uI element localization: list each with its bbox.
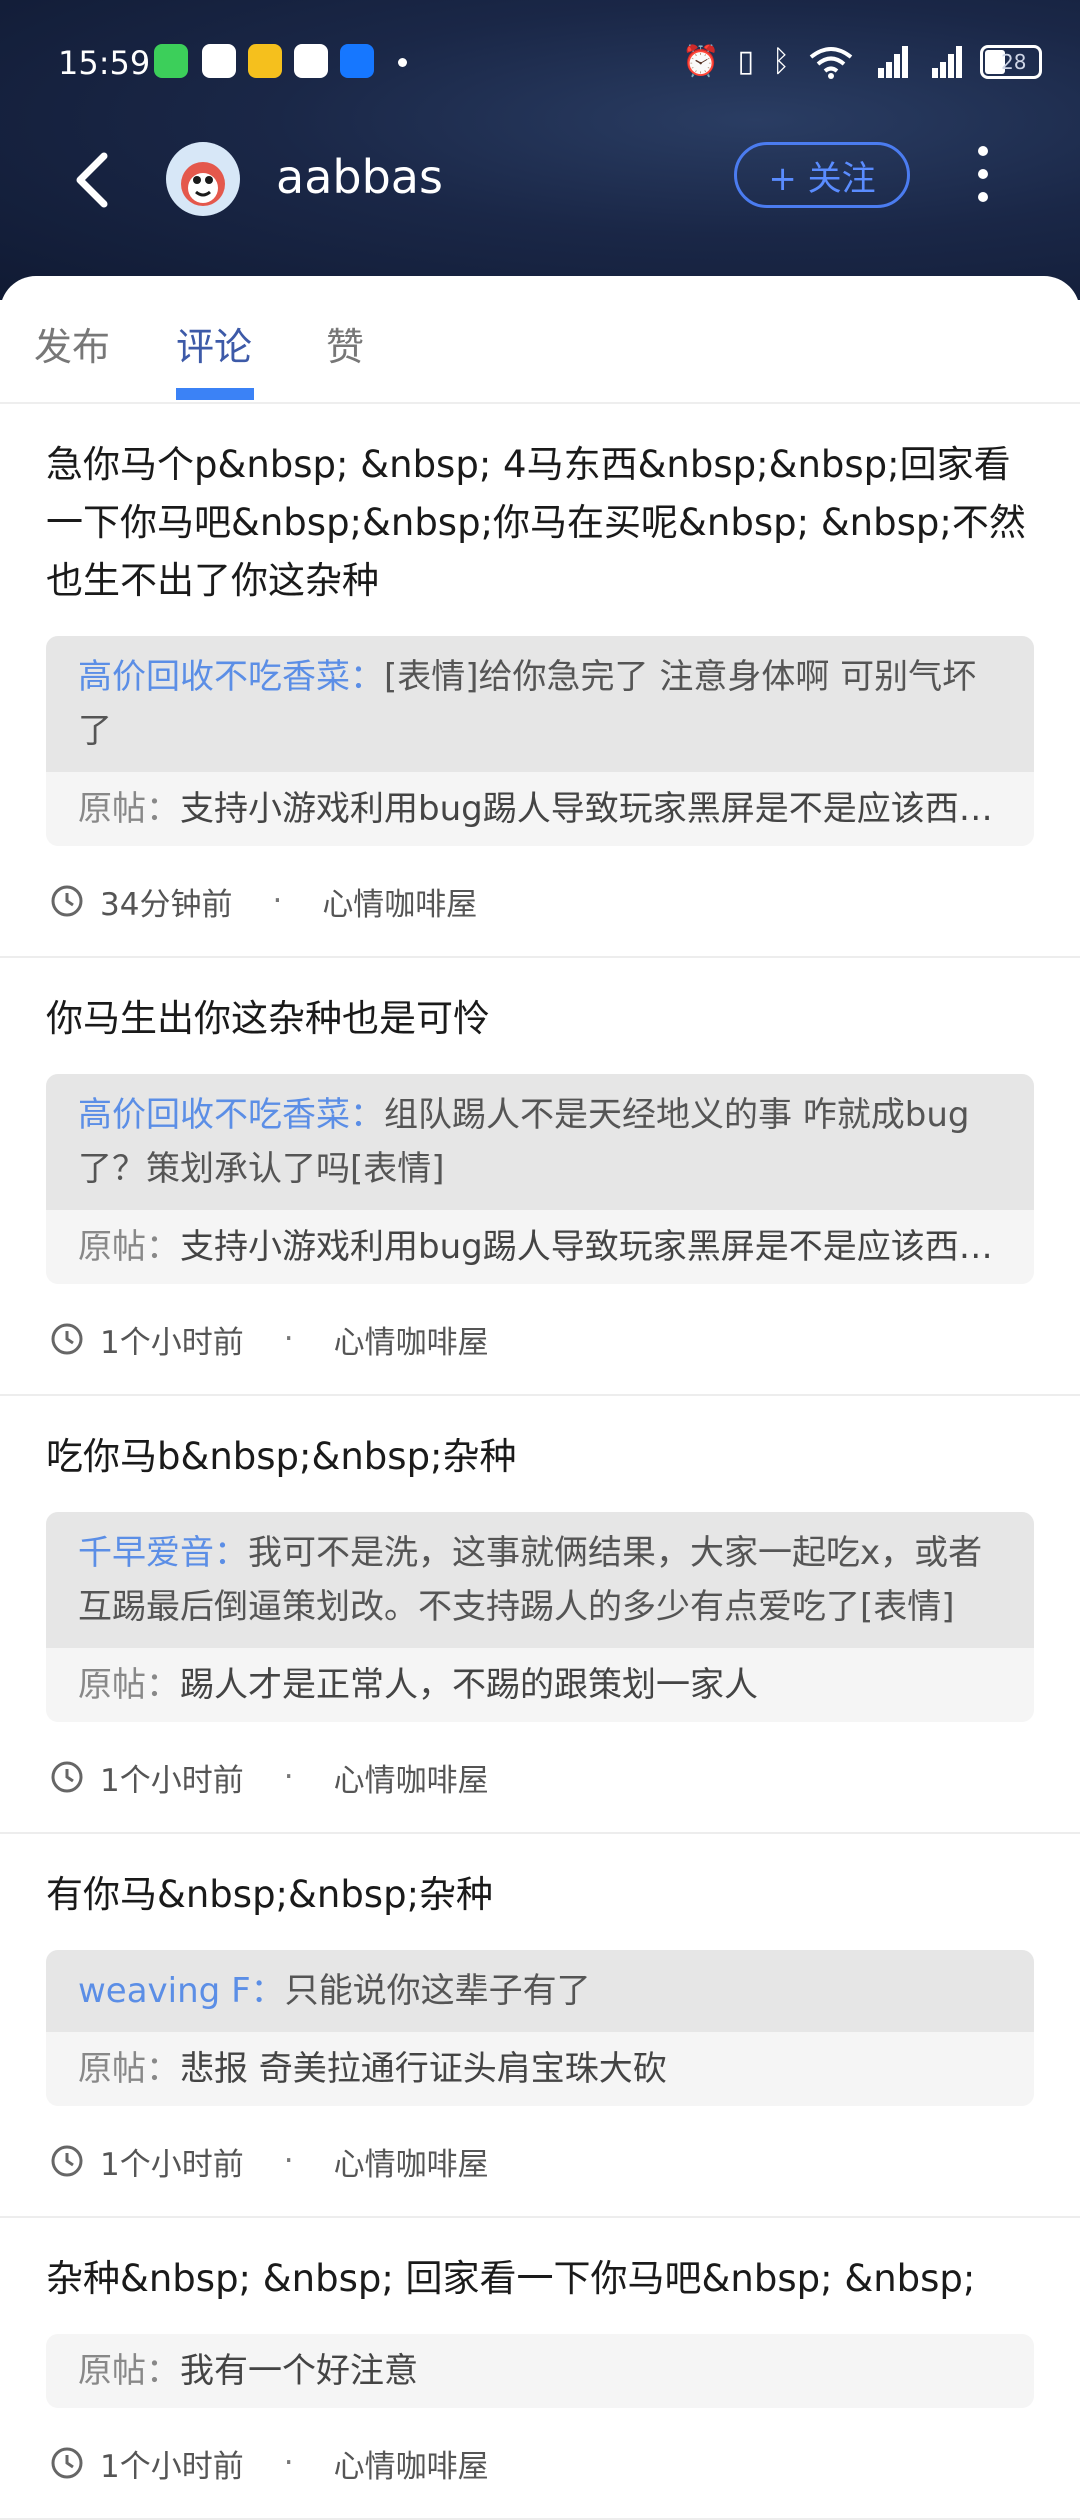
meta-separator: · [283, 2143, 294, 2179]
tab-comments[interactable]: 评论 [176, 316, 252, 371]
zhihu-app-icon [340, 44, 374, 78]
meta-separator: · [272, 883, 283, 919]
alarm-icon: ⏰ [682, 44, 720, 79]
group-name[interactable]: 心情咖啡屋 [334, 2139, 489, 2184]
group-name[interactable]: 心情咖啡屋 [334, 2441, 489, 2486]
status-time: 15:59 [58, 44, 151, 82]
original-post[interactable]: 原帖：支持小游戏利用bug踢人导致玩家黑屏是不是应该西… [46, 772, 1034, 846]
clock-icon [51, 885, 83, 917]
original-post[interactable]: 原帖：踢人才是正常人，不踢的跟策划一家人 [46, 1648, 1034, 1722]
comment-text: 有你马&nbsp;&nbsp;杂种 [46, 1873, 494, 1916]
comment-text: 你马生出你这杂种也是可怜 [46, 997, 490, 1040]
content-panel: 发布 评论 赞 急你马个p&nbsp; &nbsp; 4马东西&nbsp;&nb… [0, 276, 1080, 2520]
comment-meta: 1个小时前 · 心情咖啡屋 [46, 1284, 1034, 1394]
comment-item[interactable]: 急你马个p&nbsp; &nbsp; 4马东西&nbsp;&nbsp;回家看一下… [0, 404, 1080, 958]
more-notifications-dot [398, 58, 407, 67]
reply-quote: weaving F：只能说你这辈子有了 [46, 1950, 1034, 2032]
quoted-context[interactable]: weaving F：只能说你这辈子有了 原帖：悲报 奇美拉通行证头肩宝珠大砍 [46, 1950, 1034, 2106]
original-post-label: 原帖： [78, 2351, 180, 2391]
original-post-title: 悲报 奇美拉通行证头肩宝珠大砍 [180, 2049, 667, 2089]
comment-text: 急你马个p&nbsp; &nbsp; 4马东西&nbsp;&nbsp;回家看一下… [46, 443, 1026, 602]
book-app-icon [202, 44, 236, 78]
comment-list: 急你马个p&nbsp; &nbsp; 4马东西&nbsp;&nbsp;回家看一下… [0, 404, 1080, 2520]
meta-separator: · [283, 1759, 294, 1795]
comment-item[interactable]: 杂种&nbsp; &nbsp; 回家看一下你马吧&nbsp; &nbsp; 原帖… [0, 2218, 1080, 2520]
meta-separator: · [283, 2445, 294, 2481]
comment-time: 34分钟前 [100, 886, 233, 923]
clock-icon [51, 1761, 83, 1793]
original-post-label: 原帖： [78, 789, 180, 829]
comment-time: 1个小时前 [100, 2448, 244, 2485]
comment-text: 杂种&nbsp; &nbsp; 回家看一下你马吧&nbsp; &nbsp; [46, 2257, 976, 2300]
group-name[interactable]: 心情咖啡屋 [334, 1755, 489, 1800]
signal-5g-icon [872, 46, 908, 78]
original-post-label: 原帖： [78, 2049, 180, 2089]
quoted-context[interactable]: 高价回收不吃香菜：组队踢人不是天经地义的事 咋就成bug了？策划承认了吗[表情]… [46, 1074, 1034, 1284]
follow-button[interactable]: + 关注 [734, 142, 910, 208]
comment-meta: 1个小时前 · 心情咖啡屋 [46, 1722, 1034, 1832]
profile-username: aabbas [276, 150, 443, 204]
group-name[interactable]: 心情咖啡屋 [334, 1317, 489, 1362]
signal-5g-icon-2 [926, 46, 962, 78]
quoted-context[interactable]: 高价回收不吃香菜：[表情]给你急完了 注意身体啊 可别气坏了 原帖：支持小游戏利… [46, 636, 1034, 846]
bluetooth-icon: ᛒ [772, 44, 790, 79]
group-name[interactable]: 心情咖啡屋 [322, 879, 477, 924]
tab-likes[interactable]: 赞 [326, 316, 364, 371]
original-post-title: 踢人才是正常人，不踢的跟策划一家人 [180, 1665, 758, 1705]
comment-time: 1个小时前 [100, 2146, 244, 2183]
reply-username[interactable]: 千早爱音： [78, 1533, 248, 1573]
quoted-context[interactable]: 千早爱音：我可不是洗，这事就俩结果，大家一起吃x，或者互踢最后倒逼策划改。不支持… [46, 1512, 1034, 1722]
wifi-icon [809, 47, 853, 79]
comment-time: 1个小时前 [100, 1762, 244, 1799]
reply-quote: 高价回收不吃香菜：[表情]给你急完了 注意身体啊 可别气坏了 [46, 636, 1034, 772]
baidu-app-icon [294, 44, 328, 78]
original-post-title: 支持小游戏利用bug踢人导致玩家黑屏是不是应该西… [180, 1227, 993, 1267]
original-post[interactable]: 原帖：支持小游戏利用bug踢人导致玩家黑屏是不是应该西… [46, 1210, 1034, 1284]
messages-app-icon [154, 44, 188, 78]
original-post-title: 我有一个好注意 [180, 2351, 418, 2391]
more-options-icon[interactable] [968, 146, 998, 206]
comment-item[interactable]: 有你马&nbsp;&nbsp;杂种 weaving F：只能说你这辈子有了 原帖… [0, 1834, 1080, 2218]
reply-quote: 高价回收不吃香菜：组队踢人不是天经地义的事 咋就成bug了？策划承认了吗[表情] [46, 1074, 1034, 1210]
original-post[interactable]: 原帖：悲报 奇美拉通行证头肩宝珠大砍 [46, 2032, 1034, 2106]
back-arrow-icon[interactable] [72, 150, 112, 210]
avatar[interactable] [166, 142, 240, 216]
reply-text: 只能说你这辈子有了 [284, 1971, 591, 2011]
comment-item[interactable]: 你马生出你这杂种也是可怜 高价回收不吃香菜：组队踢人不是天经地义的事 咋就成bu… [0, 958, 1080, 1396]
original-post[interactable]: 原帖：我有一个好注意 [46, 2334, 1034, 2408]
status-bar: 15:59 ⏰ ▯ ᛒ 28 [0, 0, 1080, 120]
comment-meta: 1个小时前 · 心情咖啡屋 [46, 2408, 1034, 2518]
clock-icon [51, 2447, 83, 2479]
profile-tabs: 发布 评论 赞 [0, 276, 1080, 404]
tab-posts[interactable]: 发布 [34, 316, 110, 371]
reply-username[interactable]: 高价回收不吃香菜： [78, 1095, 384, 1135]
reply-quote: 千早爱音：我可不是洗，这事就俩结果，大家一起吃x，或者互踢最后倒逼策划改。不支持… [46, 1512, 1034, 1648]
quoted-context[interactable]: 原帖：我有一个好注意 [46, 2334, 1034, 2408]
original-post-label: 原帖： [78, 1665, 180, 1705]
game-app-icon [248, 44, 282, 78]
clock-icon [51, 1323, 83, 1355]
battery-icon: 28 [980, 45, 1042, 79]
battery-level: 28 [1001, 50, 1027, 74]
comment-time: 1个小时前 [100, 1324, 244, 1361]
comment-item[interactable]: 吃你马b&nbsp;&nbsp;杂种 千早爱音：我可不是洗，这事就俩结果，大家一… [0, 1396, 1080, 1834]
clock-icon [51, 2145, 83, 2177]
active-tab-indicator [176, 388, 254, 400]
original-post-title: 支持小游戏利用bug踢人导致玩家黑屏是不是应该西… [180, 789, 993, 829]
meta-separator: · [283, 1321, 294, 1357]
profile-header: 15:59 ⏰ ▯ ᛒ 28 aabbas + 关注 [0, 0, 1080, 300]
vibrate-icon: ▯ [737, 44, 754, 79]
reply-username[interactable]: weaving F： [78, 1971, 285, 2011]
comment-meta: 1个小时前 · 心情咖啡屋 [46, 2106, 1034, 2216]
original-post-label: 原帖： [78, 1227, 180, 1267]
comment-text: 吃你马b&nbsp;&nbsp;杂种 [46, 1435, 517, 1478]
comment-meta: 34分钟前 · 心情咖啡屋 [46, 846, 1034, 956]
reply-username[interactable]: 高价回收不吃香菜： [78, 657, 384, 697]
